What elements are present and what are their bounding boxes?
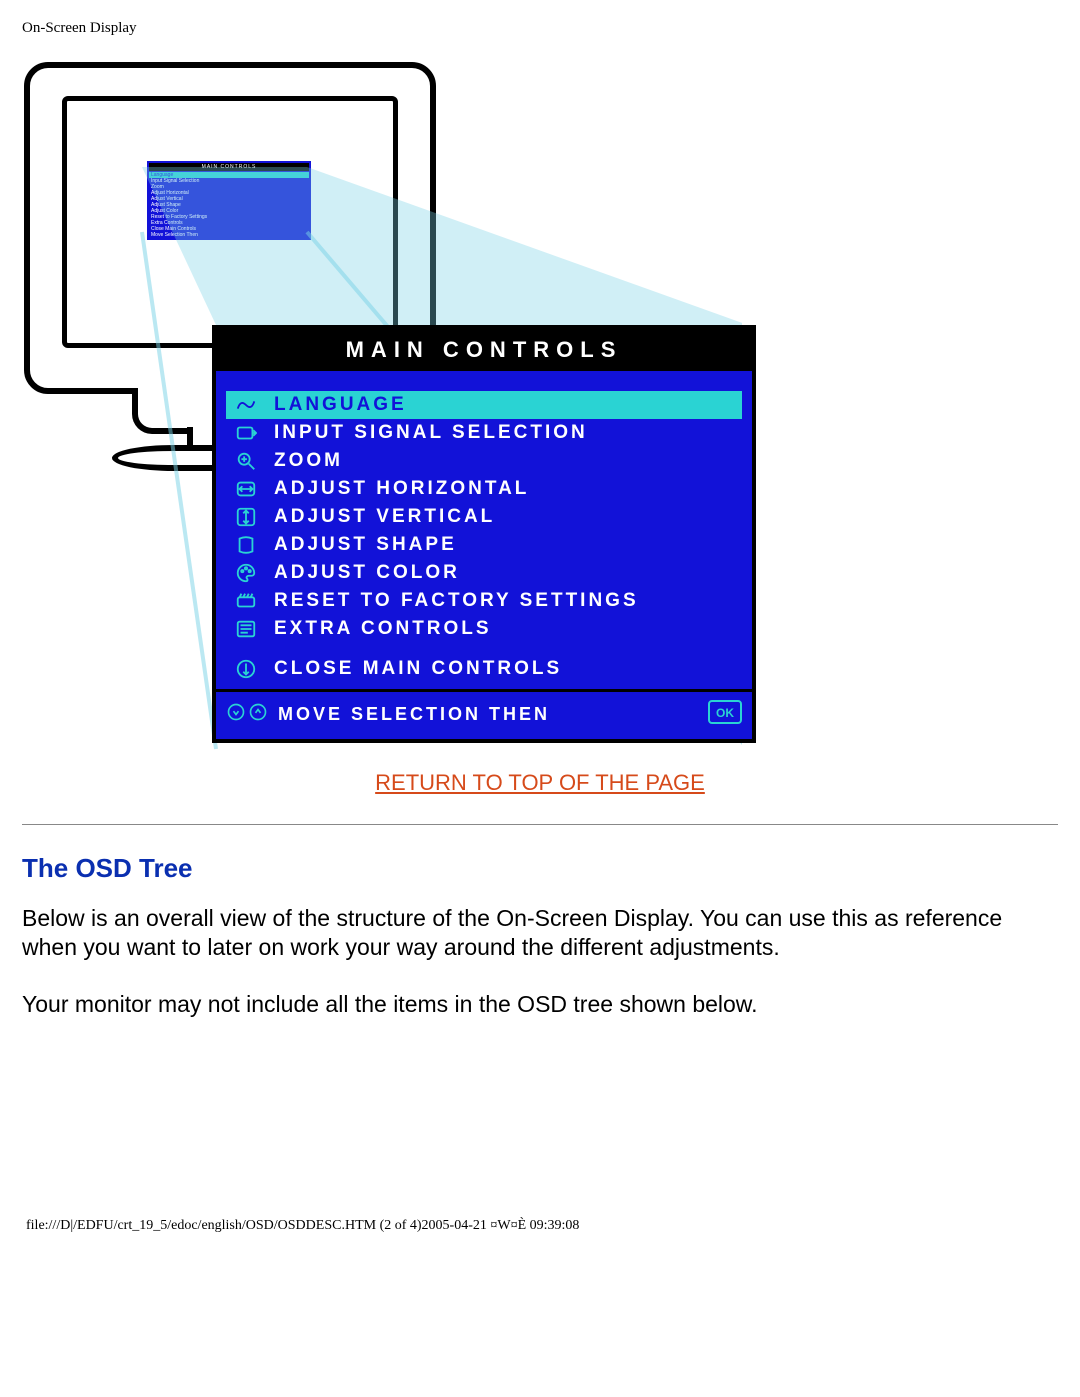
osd-item-label: Extra Controls [274,618,492,640]
zoom-icon [230,450,262,472]
body-paragraph: Your monitor may not include all the ite… [22,990,1058,1019]
mini-osd-panel: MAIN CONTROLS Language Input Signal Sele… [147,161,311,240]
extra-icon [230,618,262,640]
osd-item-label: Reset to Factory Settings [274,590,639,612]
osd-item-label: Input Signal Selection [274,422,588,444]
section-heading-osd-tree: The OSD Tree [22,853,1058,884]
ok-icon: OK [708,700,742,729]
osd-title: MAIN CONTROLS [216,329,752,371]
mini-osd-title: MAIN CONTROLS [149,163,309,171]
osd-item-label: Zoom [274,450,343,472]
adjust-h-icon [230,478,262,500]
osd-item-adjust-color[interactable]: Adjust Color [226,559,742,587]
return-to-top-link[interactable]: RETURN TO TOP OF THE PAGE [22,770,1058,796]
osd-item-language[interactable]: Language [226,391,742,419]
osd-item-extra-controls[interactable]: Extra Controls [226,615,742,643]
osd-item-adjust-horizontal[interactable]: Adjust Horizontal [226,475,742,503]
up-arrow-icon [248,702,268,727]
osd-item-label: Adjust Color [274,562,460,584]
osd-item-close[interactable]: Close Main Controls [226,655,742,683]
osd-item-label: Adjust Horizontal [274,478,529,500]
monitor-screen: MAIN CONTROLS Language Input Signal Sele… [62,96,398,348]
adjust-color-icon [230,562,262,584]
osd-item-label: Close Main Controls [274,658,562,680]
osd-footer: Move Selection Then OK [216,689,752,739]
osd-panel: MAIN CONTROLS Language Input Signal Sele… [212,325,756,743]
osd-item-label: Adjust Vertical [274,506,495,528]
osd-item-label: Language [274,394,407,416]
osd-figure: MAIN CONTROLS Language Input Signal Sele… [22,47,742,752]
osd-item-zoom[interactable]: Zoom [226,447,742,475]
osd-item-adjust-shape[interactable]: Adjust Shape [226,531,742,559]
close-icon [230,658,262,680]
down-arrow-icon [226,702,246,727]
svg-text:OK: OK [716,706,734,720]
osd-item-reset-factory[interactable]: Reset to Factory Settings [226,587,742,615]
osd-item-adjust-vertical[interactable]: Adjust Vertical [226,503,742,531]
reset-icon [230,590,262,612]
page-header-label: On-Screen Display [22,20,1058,37]
language-icon [230,394,262,416]
osd-item-input-signal[interactable]: Input Signal Selection [226,419,742,447]
osd-item-label: Adjust Shape [274,534,457,556]
mini-osd-footer: Move Selection Then [149,232,309,238]
adjust-v-icon [230,506,262,528]
input-icon [230,422,262,444]
footer-file-path: file:///D|/EDFU/crt_19_5/edoc/english/OS… [22,1218,1058,1234]
osd-footer-label: Move Selection Then [278,704,550,725]
divider [22,824,1058,825]
body-paragraph: Below is an overall view of the structur… [22,904,1058,962]
adjust-shape-icon [230,534,262,556]
